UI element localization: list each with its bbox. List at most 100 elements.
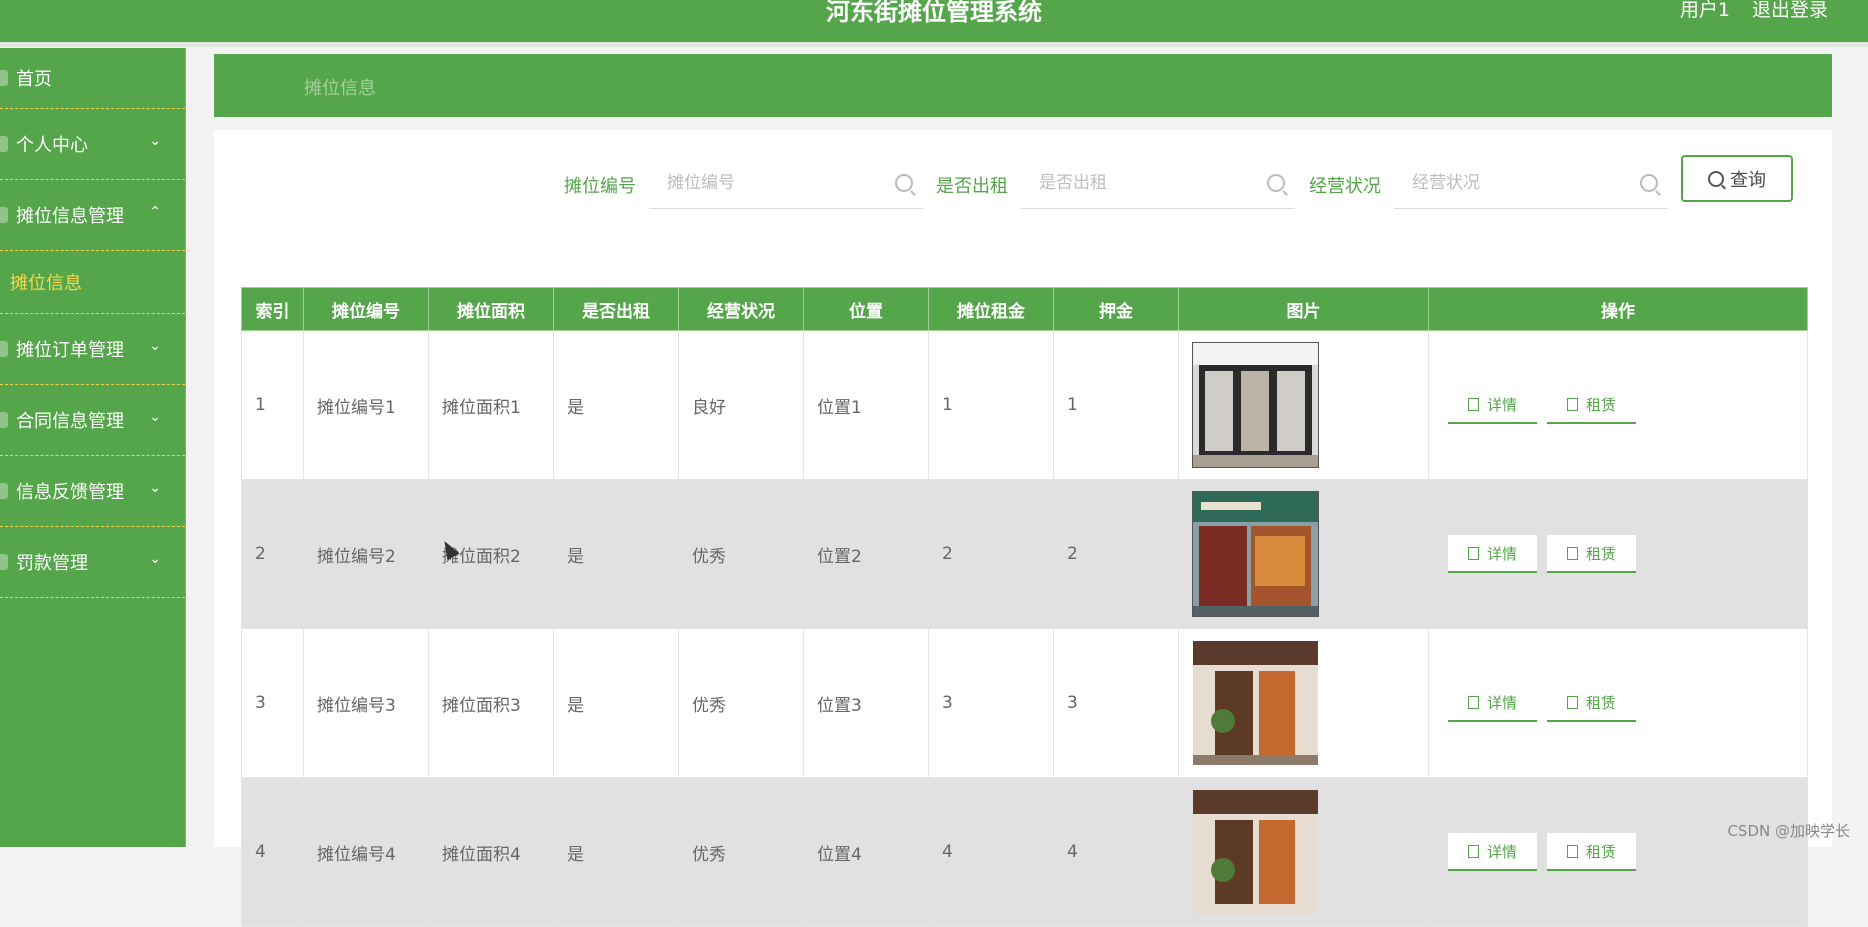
lease-button[interactable]: 租赁 [1547,386,1636,424]
document-icon [1467,397,1479,411]
stall-photo[interactable] [1192,789,1319,915]
cell-actions: 详情 租赁 [1428,479,1808,629]
cell-stall-code: 摊位编号4 [303,777,429,927]
stall-photo[interactable] [1192,342,1319,468]
table-row: 1 摊位编号1 摊位面积1 是 良好 位置1 1 1 详情 租赁 [241,330,1808,480]
sidebar-item-personal-center[interactable]: 个人中心 ⌄ [0,109,185,180]
stall-code-field[interactable] [649,158,923,209]
cell-stall-area: 摊位面积4 [428,777,554,927]
table-row: 2 摊位编号2 摊位面积2 是 优秀 位置2 2 2 详情 租赁 [241,479,1808,629]
cell-deposit: 2 [1053,479,1179,629]
stall-code-label: 摊位编号 [564,176,636,197]
cell-deposit: 3 [1053,628,1179,778]
lease-button[interactable]: 租赁 [1547,535,1636,573]
sidebar-subitem-stall-info[interactable]: 摊位信息 [0,251,185,314]
cell-rented: 是 [553,479,679,629]
stall-code-input[interactable] [649,158,899,208]
breadcrumb: 摊位信息 [304,78,376,99]
chevron-down-icon: ⌄ [149,338,161,354]
cell-stall-area: 摊位面积3 [428,628,554,778]
column-header: 是否出租 [553,287,679,331]
cell-business-status: 优秀 [678,628,804,778]
business-status-field[interactable] [1394,158,1668,209]
current-user: 用户1 [1679,0,1730,21]
chevron-down-icon: ⌄ [149,133,161,149]
cell-image [1178,479,1429,629]
business-status-input[interactable] [1394,158,1644,208]
sidebar-item-stall-info-mgmt[interactable]: 摊位信息管理 ⌃ [0,180,185,251]
document-icon [1467,695,1479,709]
cell-stall-area: 摊位面积1 [428,330,554,480]
sidebar-item-contract-mgmt[interactable]: 合同信息管理 ⌄ [0,385,185,456]
table-row: 3 摊位编号3 摊位面积3 是 优秀 位置3 3 3 详情 租赁 [241,628,1808,778]
content-panel: 摊位编号 是否出租 经营状况 查询 [214,130,1832,927]
stall-photo[interactable] [1192,640,1319,766]
user-icon [0,136,8,152]
table-header-row: 索引 摊位编号 摊位面积 是否出租 经营状况 位置 摊位租金 押金 图片 操作 [241,287,1808,331]
column-header: 摊位租金 [928,287,1054,331]
sidebar-item-label: 信息反馈管理 [16,482,124,503]
document-icon [1467,844,1479,858]
search-icon [895,174,913,192]
column-header: 摊位编号 [303,287,429,331]
cell-index: 1 [241,330,304,480]
app-title: 河东街摊位管理系统 [826,0,1042,26]
cell-rented: 是 [553,628,679,778]
page-banner: 摊位信息 [214,54,1832,117]
rented-label: 是否出租 [936,176,1008,197]
cell-actions: 详情 租赁 [1428,628,1808,778]
cell-business-status: 优秀 [678,777,804,927]
query-button[interactable]: 查询 [1681,155,1793,202]
chevron-down-icon: ⌄ [149,409,161,425]
detail-button[interactable]: 详情 [1448,684,1537,722]
lease-button[interactable]: 租赁 [1547,684,1636,722]
search-icon [1708,170,1724,187]
logout-link[interactable]: 退出登录 [1752,0,1828,22]
cell-rented: 是 [553,330,679,480]
cell-deposit: 4 [1053,777,1179,927]
cell-image [1178,330,1429,480]
cell-location: 位置2 [803,479,929,629]
column-header: 经营状况 [678,287,804,331]
sidebar-item-stall-order-mgmt[interactable]: 摊位订单管理 ⌄ [0,314,185,385]
lease-button[interactable]: 租赁 [1547,833,1636,871]
document-icon [1566,546,1578,560]
rented-field[interactable] [1021,158,1295,209]
search-icon [1267,174,1285,192]
column-header: 操作 [1428,287,1808,331]
fine-icon [0,554,8,570]
sidebar-item-label: 合同信息管理 [16,411,124,432]
cell-rent: 2 [928,479,1054,629]
detail-button[interactable]: 详情 [1448,833,1537,871]
sidebar-item-label: 摊位订单管理 [16,340,124,361]
detail-button[interactable]: 详情 [1448,535,1537,573]
cell-image [1178,777,1429,927]
cell-stall-code: 摊位编号3 [303,628,429,778]
sidebar-item-label: 摊位信息管理 [16,206,124,227]
column-header: 索引 [241,287,304,331]
cell-stall-code: 摊位编号2 [303,479,429,629]
cell-actions: 详情 租赁 [1428,777,1808,927]
cell-location: 位置3 [803,628,929,778]
cell-rented: 是 [553,777,679,927]
column-header: 摊位面积 [428,287,554,331]
document-icon [1566,695,1578,709]
top-header: 河东街摊位管理系统 用户1 退出登录 [0,0,1868,47]
cell-image [1178,628,1429,778]
sidebar-item-fine-mgmt[interactable]: 罚款管理 ⌄ [0,527,185,598]
sidebar: 首页 个人中心 ⌄ 摊位信息管理 ⌃ 摊位信息 摊位订单管理 ⌄ 合同信息管理 … [0,48,186,847]
rented-input[interactable] [1021,158,1271,208]
doc-icon [0,207,8,223]
cell-index: 4 [241,777,304,927]
chevron-down-icon: ⌄ [149,551,161,567]
detail-button[interactable]: 详情 [1448,386,1537,424]
cell-location: 位置1 [803,330,929,480]
cell-index: 3 [241,628,304,778]
main-content: 摊位信息 摊位编号 是否出租 经营状况 查询 [214,54,1832,927]
sidebar-item-feedback-mgmt[interactable]: 信息反馈管理 ⌄ [0,456,185,527]
column-header: 位置 [803,287,929,331]
cell-business-status: 良好 [678,330,804,480]
stall-photo[interactable] [1192,491,1319,617]
sidebar-item-home[interactable]: 首页 [0,48,185,109]
cell-index: 2 [241,479,304,629]
